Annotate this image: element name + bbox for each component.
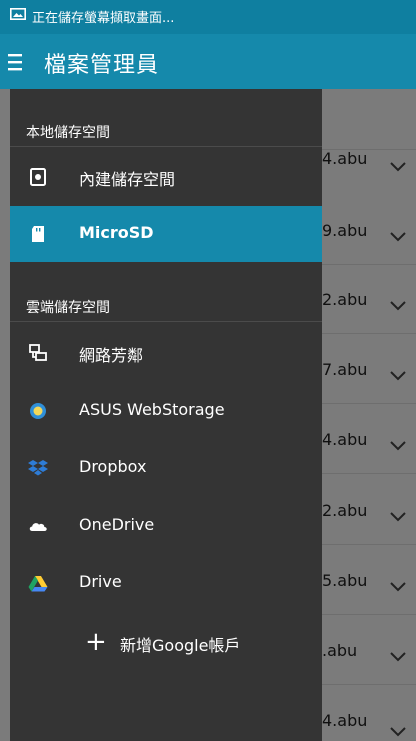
app-bar: 檔案管理員 bbox=[0, 34, 416, 89]
file-row[interactable]: 4.abu bbox=[322, 89, 416, 172]
chevron-down-icon[interactable] bbox=[390, 371, 406, 381]
chevron-down-icon[interactable] bbox=[390, 512, 406, 522]
menu-icon[interactable] bbox=[8, 52, 22, 72]
plus-icon: + bbox=[85, 627, 107, 657]
file-name-fragment: 9.abu bbox=[322, 221, 368, 240]
screenshot-icon bbox=[10, 8, 26, 20]
file-name-fragment: 7.abu bbox=[322, 360, 368, 379]
drawer-item-onedrive[interactable]: OneDrive bbox=[10, 498, 322, 554]
drawer-item-label: MicroSD bbox=[79, 223, 154, 242]
file-row[interactable]: 4.abu bbox=[322, 416, 416, 474]
divider bbox=[10, 321, 322, 322]
chevron-down-icon[interactable] bbox=[390, 232, 406, 242]
file-name-fragment: 4.abu bbox=[322, 711, 368, 730]
chevron-down-icon[interactable] bbox=[390, 652, 406, 662]
file-name-fragment: 4.abu bbox=[322, 149, 368, 168]
drawer-item-label: OneDrive bbox=[79, 515, 155, 534]
file-row[interactable]: 9.abu bbox=[322, 207, 416, 265]
drawer-item-label: ASUS WebStorage bbox=[79, 400, 225, 419]
chevron-down-icon[interactable] bbox=[390, 727, 406, 737]
file-name-fragment: 4.abu bbox=[322, 430, 368, 449]
file-name-fragment: 2.abu bbox=[322, 290, 368, 309]
dropbox-icon bbox=[28, 460, 48, 476]
onedrive-icon bbox=[29, 523, 47, 531]
file-row[interactable]: 7.abu bbox=[322, 346, 416, 404]
divider bbox=[10, 146, 322, 147]
phone-storage-icon bbox=[30, 168, 46, 186]
file-row[interactable]: 2.abu bbox=[322, 487, 416, 545]
drawer-item-google-drive[interactable]: Drive bbox=[10, 555, 322, 611]
drawer-item-label: 網路芳鄰 bbox=[79, 346, 144, 365]
file-row[interactable]: 2.abu bbox=[322, 276, 416, 334]
status-bar: 正在儲存螢幕擷取畫面... bbox=[0, 0, 416, 34]
drawer-item-microsd[interactable]: MicroSD bbox=[10, 206, 322, 262]
network-icon bbox=[29, 344, 47, 361]
status-text: 正在儲存螢幕擷取畫面... bbox=[32, 11, 175, 26]
cloud-storage-header: 雲端儲存空間 bbox=[26, 300, 110, 316]
local-storage-header: 本地儲存空間 bbox=[26, 125, 110, 141]
file-name-fragment: 2.abu bbox=[322, 501, 368, 520]
chevron-down-icon[interactable] bbox=[390, 441, 406, 451]
navigation-drawer: 本地儲存空間 內建儲存空間 MicroSD 雲端儲存空間 網路芳鄰 ASUS W bbox=[10, 89, 322, 741]
add-account-label: 新增Google帳戶 bbox=[120, 636, 241, 655]
drawer-item-network[interactable]: 網路芳鄰 bbox=[10, 325, 322, 381]
add-google-account-button[interactable]: + 新增Google帳戶 bbox=[85, 629, 315, 659]
chevron-down-icon[interactable] bbox=[390, 162, 406, 172]
drawer-item-internal-storage[interactable]: 內建儲存空間 bbox=[10, 149, 322, 205]
drawer-item-label: Drive bbox=[79, 572, 122, 591]
drawer-item-label: Dropbox bbox=[79, 457, 147, 476]
file-name-fragment: .abu bbox=[322, 641, 358, 660]
drawer-item-asus-webstorage[interactable]: ASUS WebStorage bbox=[10, 383, 322, 439]
chevron-down-icon[interactable] bbox=[390, 582, 406, 592]
asus-webstorage-icon bbox=[30, 403, 46, 419]
file-name-fragment: 5.abu bbox=[322, 571, 368, 590]
sd-card-icon bbox=[32, 226, 44, 242]
google-drive-icon bbox=[28, 576, 48, 592]
file-row[interactable]: 4.abu bbox=[322, 697, 416, 741]
drawer-item-dropbox[interactable]: Dropbox bbox=[10, 440, 322, 496]
chevron-down-icon[interactable] bbox=[390, 301, 406, 311]
drawer-item-label: 內建儲存空間 bbox=[79, 170, 176, 189]
file-row[interactable]: .abu bbox=[322, 627, 416, 685]
app-title: 檔案管理員 bbox=[44, 53, 160, 78]
file-row[interactable]: 5.abu bbox=[322, 557, 416, 615]
